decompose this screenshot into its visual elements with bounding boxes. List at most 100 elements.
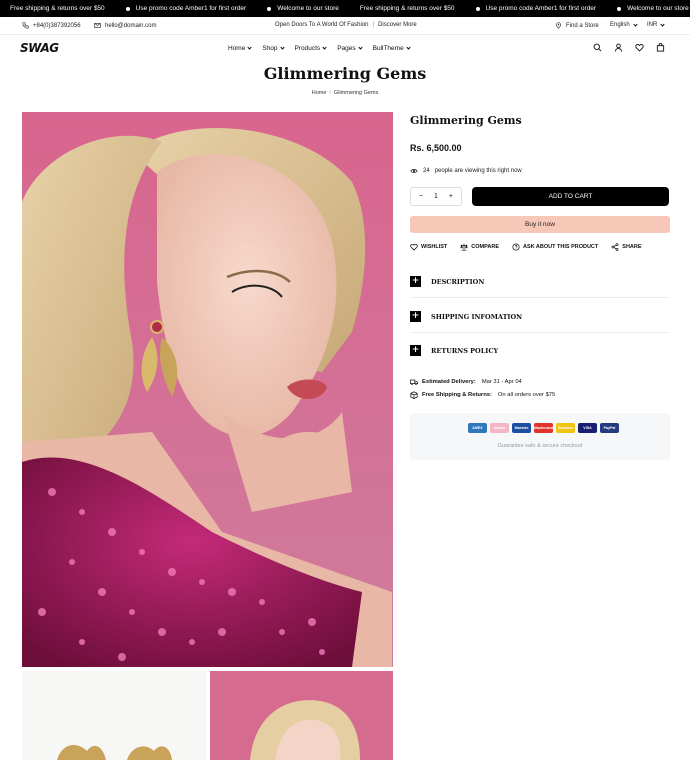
chevron-down-icon (279, 45, 285, 50)
wishlist-button[interactable]: WISHLIST (410, 243, 447, 251)
site-logo[interactable]: SWAG (20, 41, 59, 55)
delivery-label: Estimated Delivery: (422, 379, 476, 385)
product-main-image[interactable] (22, 112, 393, 667)
currency-label: INR (647, 22, 658, 28)
payment-badges: AMEX Klarna Maestro Mastercard Discover VISA P… (410, 413, 670, 460)
heart-icon[interactable] (635, 43, 644, 52)
mail-icon (94, 23, 101, 28)
payment-card-list: AMEX Klarna Maestro Mastercard Discover VISA P… (468, 423, 619, 433)
truck-icon (410, 379, 418, 386)
divider (410, 332, 670, 333)
klarna-card-icon: Klarna (490, 423, 509, 433)
nav-item-products[interactable]: Products (295, 45, 327, 52)
shipping-value: On all orders over $75 (497, 392, 556, 398)
breadcrumb: Home / Glimmering Gems (311, 90, 379, 96)
announcement-message: Use promo code Amber1 for first order (475, 5, 596, 12)
quantity-stepper: − 1 + (410, 187, 462, 206)
nav-label: Shop (262, 45, 278, 52)
heart-icon (410, 243, 418, 251)
find-store-label: Find a Store (566, 22, 599, 29)
find-store-link[interactable]: Find a Store (555, 22, 599, 29)
product-name: Glimmering Gems (410, 114, 522, 127)
nav-item-pages[interactable]: Pages (337, 45, 363, 52)
accordion-shipping[interactable]: + SHIPPING INFOMATION (410, 311, 670, 322)
mastercard-card-icon: Mastercard (534, 423, 553, 433)
accordion-label: DESCRIPTION (431, 277, 485, 286)
accordion-returns[interactable]: + RETURNS POLICY (410, 345, 670, 356)
free-shipping-returns: Free Shipping & Returns: On all orders o… (410, 391, 555, 399)
share-icon (611, 243, 619, 251)
breadcrumb-home[interactable]: Home (312, 90, 327, 96)
delivery-value: Mar 31 - Apr 04 (481, 379, 522, 385)
add-to-cart-button[interactable]: ADD TO CART (472, 187, 669, 206)
product-price: Rs. 6,500.00 (410, 143, 462, 153)
accordion-description[interactable]: + DESCRIPTION (410, 276, 670, 287)
plus-icon: + (410, 311, 421, 322)
announcement-message: Welcome to our store (617, 5, 689, 12)
wishlist-label: WISHLIST (421, 244, 448, 250)
amex-card-icon: AMEX (468, 423, 487, 433)
accordion-label: RETURNS POLICY (431, 346, 499, 355)
phone-number: +84(0)387392056 (33, 22, 81, 29)
discover-more-link[interactable]: Discover More (378, 22, 417, 28)
model-photo (22, 128, 392, 667)
discover-card-icon: Discover (556, 423, 575, 433)
nav-label: BullTheme (372, 45, 404, 52)
main-nav: Home Shop Products Pages BullTheme (228, 45, 421, 52)
viewers-text: people are viewing this right now (434, 168, 522, 174)
announcement-bar: Free shipping & returns over $50 Use pro… (0, 0, 690, 17)
product-thumbnail[interactable] (22, 671, 206, 760)
chevron-down-icon (322, 45, 327, 50)
question-circle-icon (512, 243, 520, 251)
viewers-count: 24 (423, 168, 430, 174)
guarantee-text: Guarantee safe & secure checkout (497, 443, 583, 449)
nav-label: Pages (337, 45, 356, 52)
currency-selector[interactable]: INR (647, 21, 665, 28)
buy-now-button[interactable]: Buy it now (410, 216, 670, 233)
earring-thumb-photo (57, 744, 172, 760)
nav-item-home[interactable]: Home (228, 45, 252, 52)
product-thumbnail[interactable] (210, 671, 393, 760)
divider (410, 297, 670, 298)
plus-icon: + (410, 345, 421, 356)
share-button[interactable]: SHARE (611, 243, 642, 251)
announcement-message: Welcome to our store (267, 5, 339, 12)
announcement-message: Free shipping & returns over $50 (359, 5, 455, 12)
estimated-delivery: Estimated Delivery: Mar 31 - Apr 04 (410, 378, 522, 386)
account-icon[interactable] (614, 43, 623, 52)
email-link[interactable]: hello@domain.com (94, 22, 156, 29)
compare-button[interactable]: COMPARE (460, 243, 499, 251)
live-viewers: 24 people are viewing this right now (410, 167, 522, 175)
box-icon (410, 391, 418, 399)
announcement-message: Free shipping & returns over $50 (10, 5, 105, 12)
chevron-down-icon (358, 45, 363, 50)
cart-icon[interactable] (656, 43, 665, 52)
chevron-down-icon (406, 45, 411, 50)
model-thumb-photo (250, 700, 360, 760)
nav-item-shop[interactable]: Shop (262, 45, 285, 52)
chevron-down-icon (660, 21, 665, 27)
nav-item-bulltheme[interactable]: BullTheme (372, 45, 411, 52)
language-selector[interactable]: English (610, 21, 638, 28)
maestro-card-icon: Maestro (512, 423, 531, 433)
header-icons (593, 43, 665, 52)
topbar-promo: Open Doors To A World Of Fashion | Disco… (275, 22, 417, 28)
increase-quantity-button[interactable]: + (449, 193, 453, 200)
location-pin-icon (556, 22, 561, 29)
scale-icon (460, 243, 468, 251)
decrease-quantity-button[interactable]: − (419, 193, 423, 200)
email-address: hello@domain.com (105, 22, 157, 29)
eye-icon (410, 169, 418, 173)
ask-question-button[interactable]: ASK ABOUT THIS PRODUCT (512, 243, 598, 251)
phone-link[interactable]: +84(0)387392056 (22, 22, 81, 29)
search-icon[interactable] (593, 43, 602, 52)
site-header: SWAG Home Shop Products Pages BullTheme (0, 35, 690, 61)
chevron-down-icon (633, 21, 638, 27)
nav-label: Products (294, 45, 321, 52)
compare-label: COMPARE (471, 244, 499, 250)
quantity-value[interactable]: 1 (434, 193, 438, 200)
chevron-down-icon (247, 45, 252, 50)
top-bar: +84(0)387392056 hello@domain.com Open Do… (0, 17, 690, 35)
plus-icon: + (410, 276, 421, 287)
language-label: English (610, 22, 630, 28)
